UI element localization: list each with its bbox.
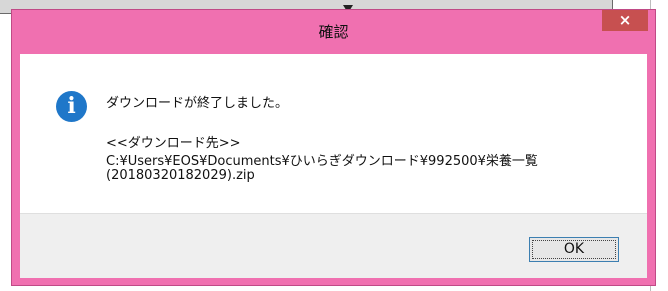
download-path-line2: (20180320182029).zip xyxy=(106,168,255,183)
close-button[interactable]: × xyxy=(602,10,648,31)
message-area: i ダウンロードが終了しました。 <<ダウンロード先>> C:¥Users¥EO… xyxy=(20,54,647,213)
dialog-title: 確認 xyxy=(318,23,349,41)
download-destination-label: <<ダウンロード先>> xyxy=(106,136,241,151)
download-path-line1: C:¥Users¥EOS¥Documents¥ひいらぎダウンロード¥992500… xyxy=(106,154,538,169)
confirm-dialog: 確認 × i ダウンロードが終了しました。 <<ダウンロード先>> C:¥Use… xyxy=(11,9,656,286)
message-text: ダウンロードが終了しました。 xyxy=(106,96,289,111)
info-icon: i xyxy=(56,91,87,122)
close-icon: × xyxy=(618,11,632,29)
button-bar: OK xyxy=(20,213,647,278)
ok-button[interactable]: OK xyxy=(529,237,619,262)
dialog-body: i ダウンロードが終了しました。 <<ダウンロード先>> C:¥Users¥EO… xyxy=(20,54,647,278)
focus-rectangle xyxy=(532,240,616,259)
dialog-titlebar[interactable]: 確認 × xyxy=(12,10,655,54)
